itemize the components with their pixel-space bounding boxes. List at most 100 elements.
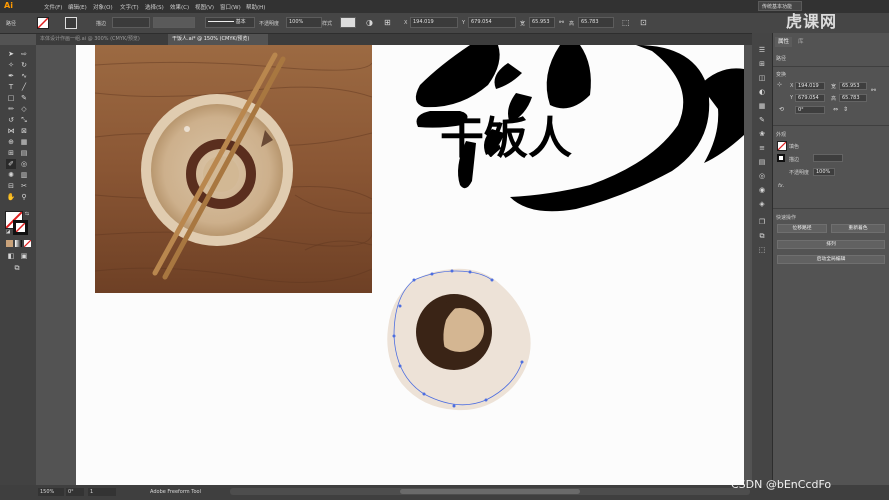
layers-panel-icon[interactable]: ❐ [757, 217, 767, 227]
arrange-button[interactable]: 排列 [777, 240, 885, 249]
rotate-tool-icon[interactable]: ↺ [6, 115, 16, 125]
fx-button[interactable]: fx. [778, 183, 784, 189]
swap-colors-icon[interactable]: ⇆ [22, 209, 32, 219]
artboard-navigator[interactable]: 1 [88, 488, 116, 496]
asset-export-icon[interactable]: ⬚ [757, 245, 767, 255]
tab-properties[interactable]: 属性 [775, 37, 793, 47]
gradient-mode-icon[interactable] [15, 240, 22, 247]
layers-icon[interactable]: ◫ [757, 73, 767, 83]
hand-tool-icon[interactable]: ✋ [6, 192, 16, 202]
reference-photo[interactable] [95, 45, 372, 293]
menu-help[interactable]: 帮助(H) [246, 3, 265, 11]
gradient-tool-icon[interactable]: ▤ [19, 148, 29, 158]
transparency-icon[interactable]: ◎ [757, 171, 767, 181]
eyedropper-tool-icon[interactable]: ✐ [6, 159, 16, 169]
appearance-icon[interactable]: ◉ [757, 185, 767, 195]
panel-fill-swatch[interactable] [777, 141, 787, 151]
rotate-view[interactable]: 0° [66, 488, 84, 496]
tab-document-2[interactable]: 干饭人.ai* @ 150% (CMYK/预览) [168, 34, 268, 45]
shape-builder-icon[interactable]: ⊕ [6, 137, 16, 147]
perspective-grid-icon[interactable]: ▦ [19, 137, 29, 147]
libraries-icon[interactable]: ⊞ [757, 59, 767, 69]
panel-angle-field[interactable]: 0° [795, 106, 825, 114]
panel-opacity-field[interactable]: 100% [813, 168, 835, 176]
tab-document-1[interactable]: 本体设计作画一组.ai @ 300% (CMYK/预览) [36, 34, 166, 45]
color-mode-icon[interactable] [6, 240, 13, 247]
artboards-icon[interactable]: ⧉ [757, 231, 767, 241]
isolate-icon[interactable]: ⊡ [640, 18, 647, 27]
stroke-color-icon[interactable] [13, 220, 28, 235]
panel-x-field[interactable]: 194.019 [795, 82, 825, 90]
panel-h-field[interactable]: 65.783 [839, 94, 867, 102]
stroke-weight-field[interactable] [112, 17, 150, 28]
menu-edit[interactable]: 编辑(E) [68, 3, 87, 11]
properties-icon[interactable]: ☰ [757, 45, 767, 55]
direct-selection-tool-icon[interactable]: ⇨ [19, 49, 29, 59]
paintbrush-tool-icon[interactable]: ✎ [19, 93, 29, 103]
pen-tool-icon[interactable]: ✒ [6, 71, 16, 81]
blend-tool-icon[interactable]: ◎ [19, 159, 29, 169]
magic-wand-icon[interactable]: ✧ [6, 60, 16, 70]
width-tool-icon[interactable]: ⋈ [6, 126, 16, 136]
symbol-sprayer-icon[interactable]: ✺ [6, 170, 16, 180]
menu-view[interactable]: 视图(V) [195, 3, 214, 11]
constrain-proportions-icon[interactable]: ⚯ [871, 87, 876, 94]
recolor-button[interactable]: 重新着色 [831, 224, 885, 233]
mesh-tool-icon[interactable]: ⊞ [6, 148, 16, 158]
offset-path-button[interactable]: 位移路径 [777, 224, 827, 233]
eraser-tool-icon[interactable]: ◇ [19, 104, 29, 114]
graphic-style-swatch[interactable] [340, 17, 356, 28]
menu-type[interactable]: 文字(T) [120, 3, 139, 11]
stroke-style-select[interactable]: 基本 [205, 17, 255, 28]
slice-tool-icon[interactable]: ✂ [19, 181, 29, 191]
menu-effect[interactable]: 效果(C) [170, 3, 189, 11]
shaper-tool-icon[interactable]: ✏ [6, 104, 16, 114]
variable-width-field[interactable] [153, 17, 195, 28]
reference-point-icon[interactable]: ⊹ [777, 81, 782, 88]
h-field[interactable]: 65.783 [578, 17, 614, 28]
horizontal-scrollbar-thumb[interactable] [400, 489, 580, 494]
lasso-icon[interactable]: ↻ [19, 60, 29, 70]
panel-stroke-weight[interactable] [813, 154, 843, 162]
menu-select[interactable]: 选择(S) [145, 3, 164, 11]
change-screen-mode-icon[interactable]: ⧉ [12, 263, 22, 273]
panel-w-field[interactable]: 65.953 [839, 82, 867, 90]
tab-libraries[interactable]: 库 [795, 37, 807, 47]
x-field[interactable]: 194.019 [410, 17, 458, 28]
free-transform-icon[interactable]: ⊠ [19, 126, 29, 136]
screen-mode-icon[interactable]: ▣ [19, 251, 29, 261]
color-icon[interactable]: ◐ [757, 87, 767, 97]
link-proportions-icon[interactable]: ⚯ [559, 19, 564, 26]
y-field[interactable]: 679.054 [468, 17, 516, 28]
stroke-swatch[interactable] [65, 17, 77, 29]
rectangle-tool-icon[interactable]: □ [6, 93, 16, 103]
swatches-icon[interactable]: ▦ [757, 101, 767, 111]
w-field[interactable]: 65.953 [529, 17, 555, 28]
zoom-tool-icon[interactable]: ⚲ [19, 192, 29, 202]
brushes-icon[interactable]: ✎ [757, 115, 767, 125]
graph-tool-icon[interactable]: ▥ [19, 170, 29, 180]
flip-horizontal-icon[interactable]: ⇔ [833, 106, 838, 113]
curvature-tool-icon[interactable]: ∿ [19, 71, 29, 81]
gradient-panel-icon[interactable]: ▤ [757, 157, 767, 167]
menu-window[interactable]: 窗口(W) [220, 3, 241, 11]
draw-normal-icon[interactable]: ◧ [6, 251, 16, 261]
global-edit-button[interactable]: 启动全局编辑 [777, 255, 885, 264]
scale-tool-icon[interactable]: ⤡ [19, 115, 29, 125]
menu-file[interactable]: 文件(F) [44, 3, 62, 11]
transform-icon[interactable]: ⬚ [622, 18, 630, 27]
symbols-icon[interactable]: ❀ [757, 129, 767, 139]
opacity-field[interactable]: 100% [286, 17, 322, 28]
none-mode-icon[interactable] [23, 239, 32, 248]
bowl-illustration[interactable] [384, 266, 534, 414]
type-tool-icon[interactable]: T [6, 82, 16, 92]
line-tool-icon[interactable]: ╱ [19, 82, 29, 92]
zoom-level[interactable]: 150% [38, 488, 64, 496]
fill-swatch[interactable] [37, 17, 49, 29]
default-colors-icon[interactable]: ◪ [3, 227, 13, 237]
panel-y-field[interactable]: 679.054 [795, 94, 825, 102]
panel-stroke-swatch[interactable] [777, 154, 785, 162]
menu-object[interactable]: 对象(O) [93, 3, 113, 11]
selection-tool-icon[interactable]: ➤ [6, 49, 16, 59]
align-icon[interactable]: ⊞ [384, 18, 391, 27]
